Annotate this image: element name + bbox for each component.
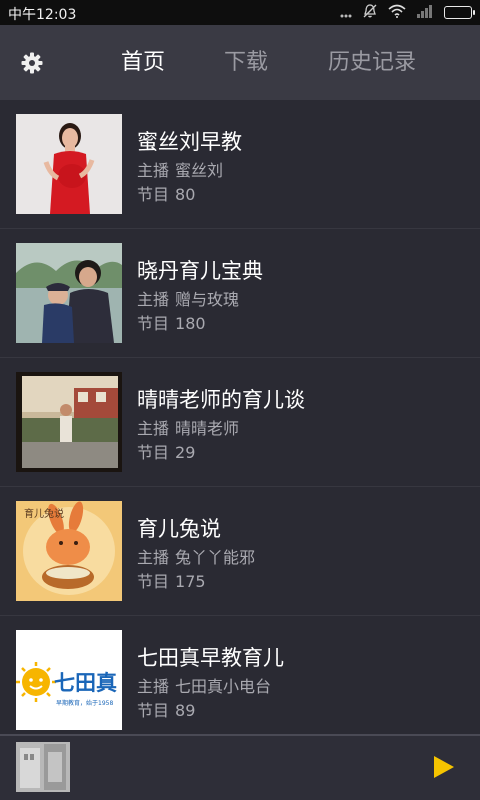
now-playing-thumbnail[interactable] [16,742,70,792]
more-icon [340,3,352,22]
wifi-icon [388,3,406,22]
tab-download[interactable]: 下载 [224,49,268,77]
program-host: 主播 蜜丝刘 [137,157,223,181]
gear-icon[interactable] [20,51,44,75]
host-name: 蜜丝刘 [175,161,224,180]
count-value: 29 [175,443,196,462]
status-time: 中午12:03 [8,7,77,23]
battery-icon [444,6,475,19]
logo-name: 七田真 [54,671,117,695]
thumbnail-image [16,372,122,472]
program-count: 节目 29 [137,439,195,463]
host-label: 主播 [137,419,170,438]
host-label: 主播 [137,161,170,180]
host-name: 兔丫丫能邪 [175,548,256,567]
thumbnail-image [16,243,122,343]
thumbnail-image: 七田真 早期教育，始于1958 [16,630,122,730]
list-item[interactable]: 晓丹育儿宝典 主播 赠与玫瑰 节目 180 [0,229,480,358]
count-value: 80 [175,185,196,204]
program-count: 节目 89 [137,697,195,721]
program-host: 主播 晴晴老师 [137,415,239,439]
tab-home[interactable]: 首页 [121,49,165,77]
program-count: 节目 180 [137,310,206,334]
count-label: 节目 [137,314,170,333]
program-host: 主播 兔丫丫能邪 [137,544,255,568]
host-label: 主播 [137,290,170,309]
program-title: 晓丹育儿宝典 [137,259,263,283]
host-label: 主播 [137,677,170,696]
list-item[interactable]: 晴晴老师的育儿谈 主播 晴晴老师 节目 29 [0,358,480,487]
program-count: 节目 80 [137,181,195,205]
signal-icon [416,3,434,22]
list-item[interactable]: 七田真 早期教育，始于1958 七田真早教育儿 主播 七田真小电台 节目 89 [0,616,480,734]
program-host: 主播 赠与玫瑰 [137,286,239,310]
count-label: 节目 [137,185,170,204]
count-value: 175 [175,572,206,591]
mute-icon [362,3,378,23]
tab-history[interactable]: 历史记录 [328,49,416,77]
count-label: 节目 [137,443,170,462]
host-name: 晴晴老师 [175,419,240,438]
host-label: 主播 [137,548,170,567]
thumbnail-image: 育儿兔说 [16,501,122,601]
logo-qitianzhen: 七田真 早期教育，始于1958 [16,630,122,730]
status-icons [340,3,475,23]
play-icon[interactable] [430,754,458,780]
count-label: 节目 [137,701,170,720]
program-title: 七田真早教育儿 [137,646,284,670]
program-title: 晴晴老师的育儿谈 [137,388,305,412]
count-value: 89 [175,701,196,720]
host-name: 赠与玫瑰 [175,290,240,309]
host-name: 七田真小电台 [175,677,272,696]
program-count: 节目 175 [137,568,206,592]
count-label: 节目 [137,572,170,591]
status-bar: 中午12:03 [0,0,480,25]
program-list[interactable]: 蜜丝刘早教 主播蜜丝刘 节目80 晓丹育儿宝典 主播赠与玫瑰 节目180 [0,100,480,734]
list-item[interactable]: 蜜丝刘早教 主播 蜜丝刘 节目 80 [0,100,480,229]
program-host: 主播 七田真小电台 [137,673,271,697]
count-value: 180 [175,314,206,333]
logo-tagline: 早期教育，始于1958 [56,699,113,707]
list-item[interactable]: 育儿兔说 育儿兔说 主播 兔丫丫能邪 节目 175 [0,487,480,616]
program-title: 育儿兔说 [137,517,221,541]
program-title: 蜜丝刘早教 [137,130,242,154]
thumbnail-caption: 育儿兔说 [24,507,64,520]
thumbnail-image [16,114,122,214]
top-nav: 首页 下载 历史记录 [0,25,480,100]
mini-player[interactable] [0,734,480,800]
